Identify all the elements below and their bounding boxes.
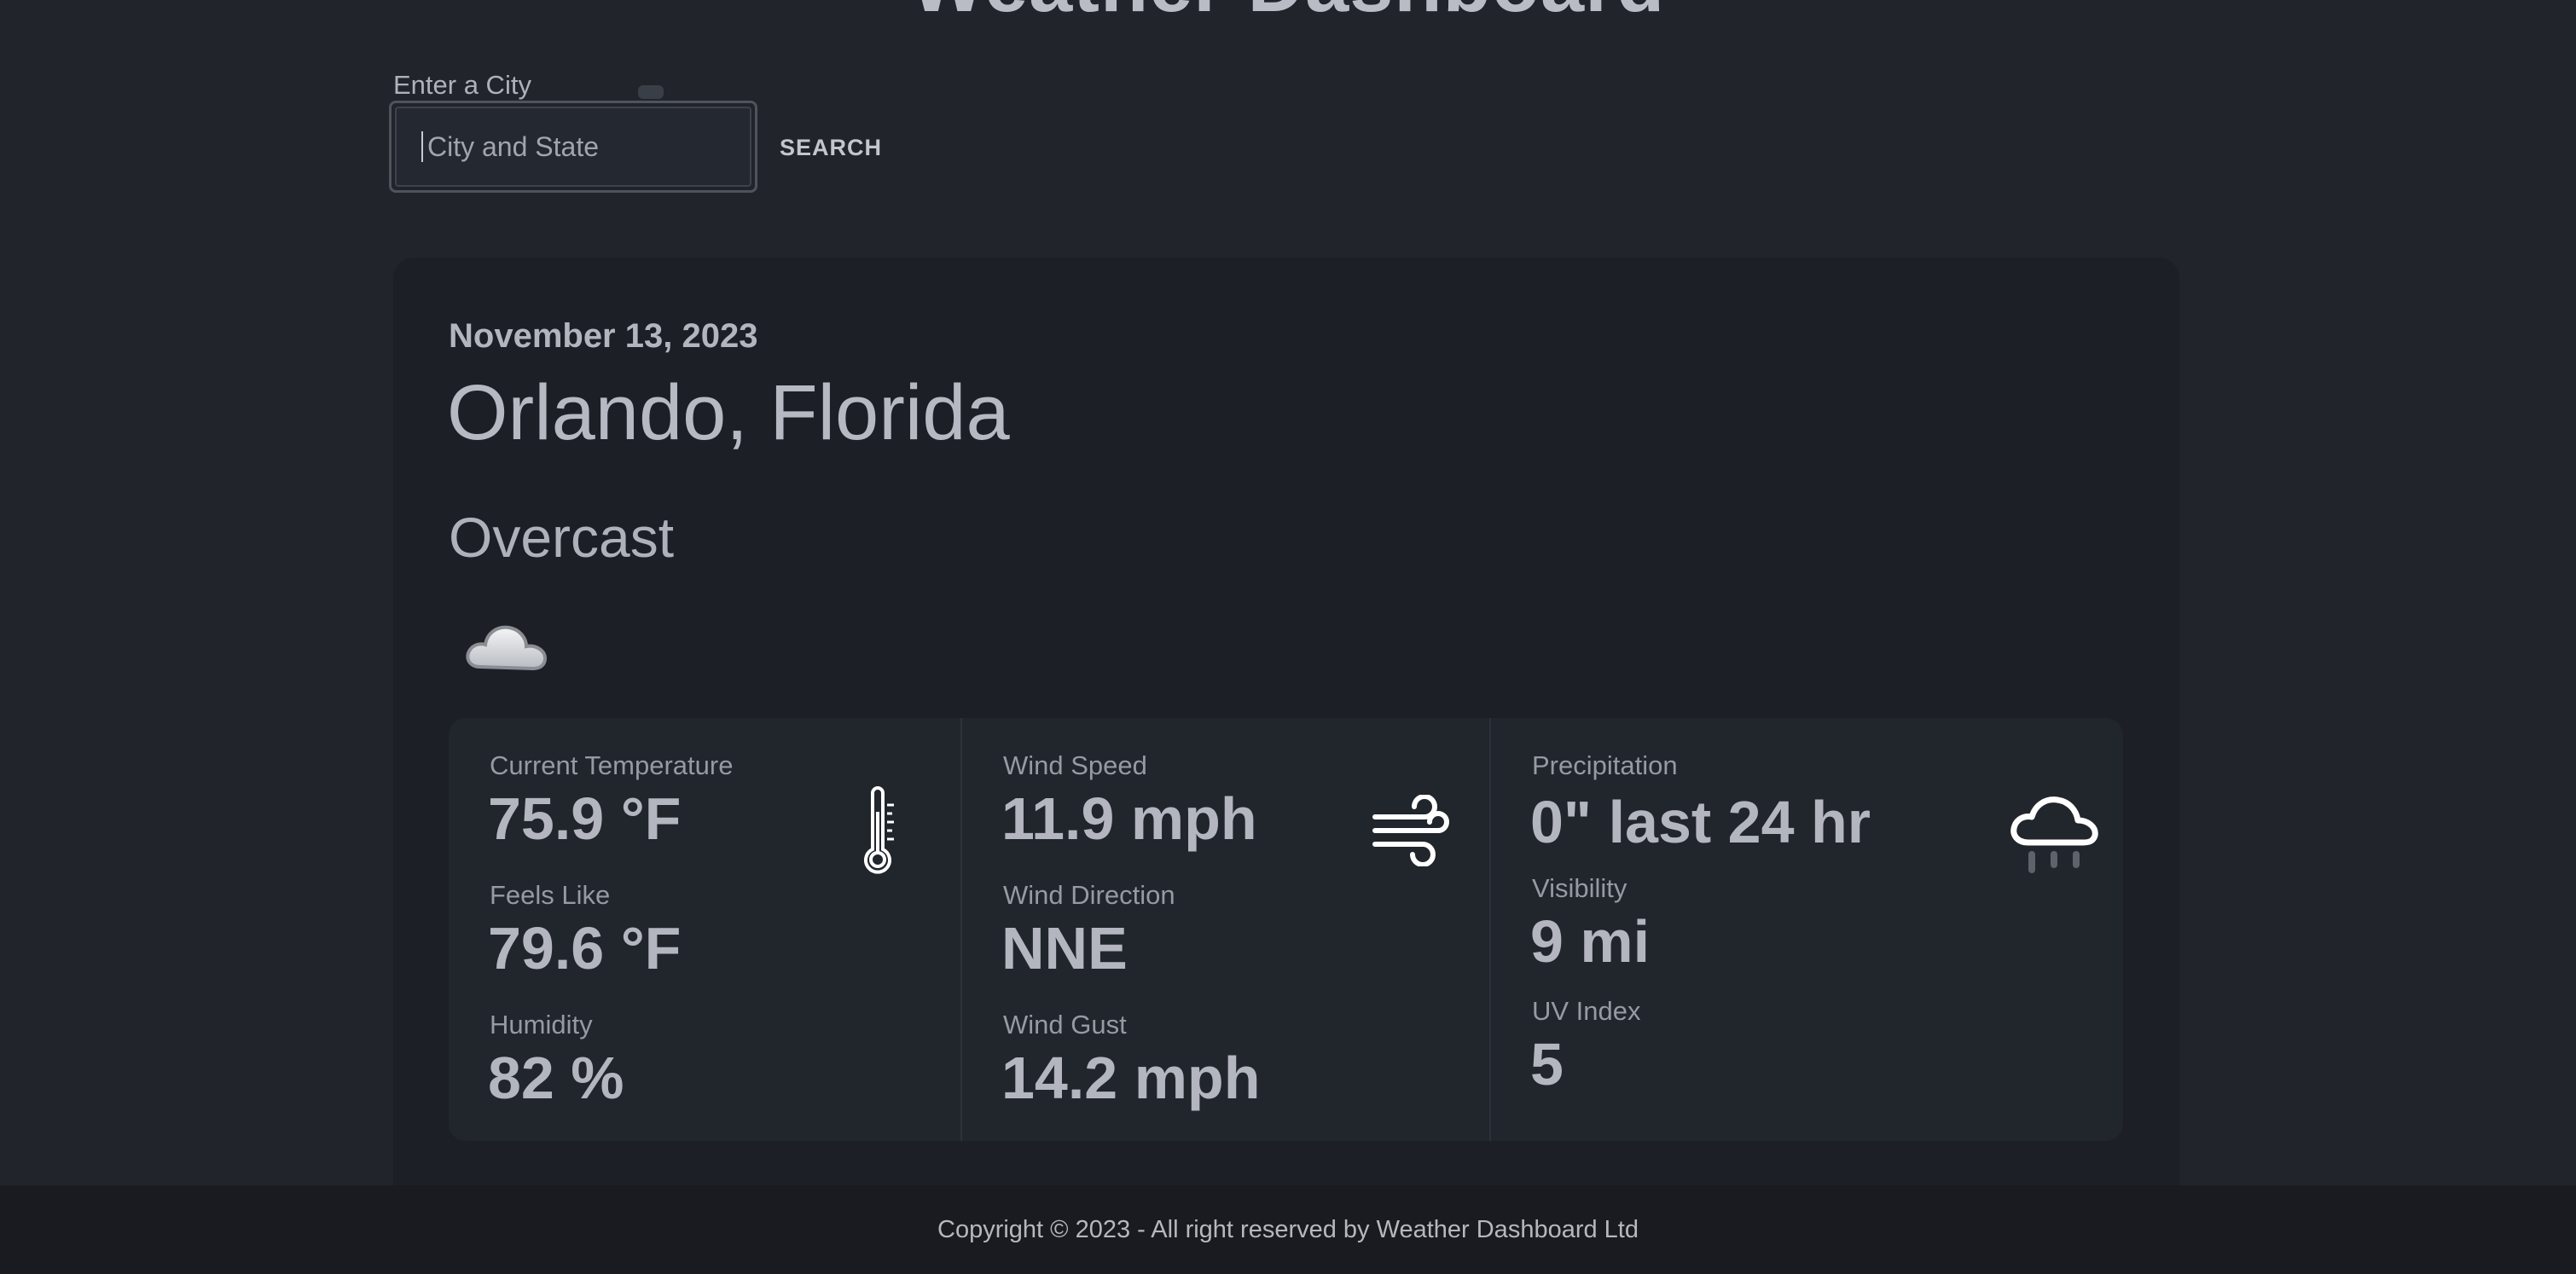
- humidity-label: Humidity: [490, 1010, 593, 1039]
- humidity-value: 82 %: [488, 1045, 624, 1111]
- weather-condition: Overcast: [449, 506, 675, 569]
- rain-cloud-icon: [2008, 786, 2102, 884]
- visibility-value: 9 mi: [1530, 908, 1651, 975]
- temperature-column: Current Temperature 75.9 °F Feels Like 7…: [449, 718, 960, 1141]
- current-date: November 13, 2023: [449, 317, 758, 355]
- copyright-text: Copyright © 2023 - All right reserved by…: [937, 1216, 1639, 1243]
- weather-dashboard-page: Weather Dashboard Enter a City SEARCH No…: [0, 0, 2576, 1274]
- search-button[interactable]: SEARCH: [768, 119, 894, 176]
- location-title: Orlando, Florida: [447, 369, 1010, 456]
- thermometer-icon: [858, 786, 897, 884]
- current-temperature-label: Current Temperature: [490, 750, 734, 780]
- wind-gust-label: Wind Gust: [1003, 1010, 1127, 1039]
- wind-icon: [1372, 794, 1450, 871]
- wind-speed-label: Wind Speed: [1003, 750, 1147, 780]
- tooltip-handle: [638, 85, 664, 99]
- feels-like-value: 79.6 °F: [488, 915, 682, 982]
- city-search-input[interactable]: [395, 107, 751, 187]
- current-temperature-value: 75.9 °F: [488, 785, 682, 852]
- cloud-icon: [461, 607, 555, 675]
- weather-stats-panel: Current Temperature 75.9 °F Feels Like 7…: [449, 718, 2123, 1141]
- search-input-wrapper: [389, 101, 757, 193]
- current-weather-card: November 13, 2023 Orlando, Florida Overc…: [393, 258, 2179, 1230]
- wind-direction-value: NNE: [1001, 915, 1128, 982]
- app-title: Weather Dashboard: [0, 0, 2576, 30]
- search-label: Enter a City: [393, 70, 531, 100]
- footer: Copyright © 2023 - All right reserved by…: [0, 1185, 2576, 1274]
- uv-index-value: 5: [1530, 1031, 1564, 1097]
- uv-index-label: UV Index: [1532, 996, 1641, 1026]
- wind-speed-value: 11.9 mph: [1001, 785, 1257, 852]
- wind-gust-value: 14.2 mph: [1001, 1045, 1261, 1111]
- text-caret: [421, 131, 423, 162]
- visibility-label: Visibility: [1532, 873, 1627, 903]
- wind-column: Wind Speed 11.9 mph Wind Direction NNE W…: [960, 718, 1491, 1141]
- wind-direction-label: Wind Direction: [1003, 880, 1175, 910]
- precipitation-label: Precipitation: [1532, 750, 1678, 780]
- precipitation-value: 0" last 24 hr: [1530, 789, 1871, 855]
- precipitation-column: Precipitation 0" last 24 hr Visibility 9…: [1489, 718, 2123, 1141]
- feels-like-label: Feels Like: [490, 880, 611, 910]
